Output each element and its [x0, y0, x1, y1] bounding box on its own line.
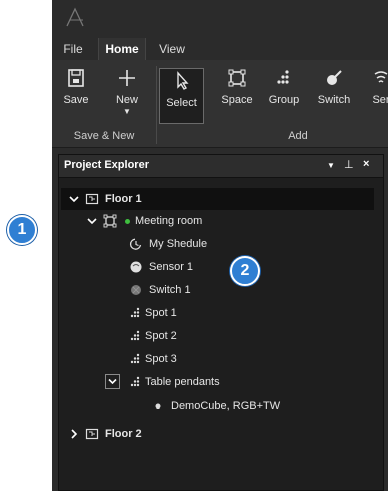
save-icon	[58, 68, 94, 88]
sensor-button[interactable]: Ser	[366, 66, 388, 124]
cursor-icon	[160, 71, 203, 91]
tree-item-floor-1[interactable]: Floor 1	[61, 188, 374, 210]
group-label-save-new: Save & New	[73, 130, 135, 142]
sensor-icon	[366, 68, 388, 88]
tree-item-spot-1[interactable]: Spot 1	[61, 302, 374, 324]
menu-tabs: File Home View	[52, 38, 388, 60]
tab-file[interactable]: File	[58, 38, 88, 60]
sensor-icon	[129, 260, 143, 274]
tab-view[interactable]: View	[152, 38, 192, 60]
tree-item-table-pendants[interactable]: Table pendants	[61, 371, 374, 393]
new-button[interactable]: New ▼	[106, 66, 148, 124]
pin-icon[interactable]: ⊥	[344, 158, 354, 171]
chevron-down-icon[interactable]	[105, 374, 120, 389]
panel-header: Project Explorer ▼ ⊥ ×	[59, 155, 383, 178]
floor-icon	[85, 192, 99, 206]
group-icon	[264, 68, 304, 88]
new-label: New	[115, 94, 138, 106]
panel-menu-icon[interactable]: ▼	[327, 161, 335, 170]
room-icon	[103, 214, 117, 228]
tree-item-spot-3[interactable]: Spot 3	[61, 348, 374, 370]
tree-item-sensor-1[interactable]: Sensor 1	[61, 256, 374, 278]
tree-item-spot-2[interactable]: Spot 2	[61, 325, 374, 347]
tree-item-floor-2[interactable]: Floor 2	[61, 423, 374, 445]
switch-label: Switch	[317, 94, 351, 106]
tree-item-label: Spot 1	[145, 307, 177, 319]
group-label-add: Add	[288, 130, 308, 142]
group-label: Group	[268, 94, 300, 106]
chevron-down-icon: ▼	[123, 107, 131, 116]
sensor-label: Ser	[372, 94, 388, 106]
app-window: File Home View Save New ▼ Select Space G…	[52, 0, 388, 491]
select-button[interactable]: Select	[159, 68, 204, 124]
status-dot	[125, 219, 130, 224]
spot-icon	[127, 352, 141, 366]
tree-item-label: Switch 1	[149, 284, 191, 296]
tab-home[interactable]: Home	[98, 38, 146, 60]
tree-item-meeting-room[interactable]: Meeting room	[61, 210, 374, 232]
tree-item-switch-1[interactable]: Switch 1	[61, 279, 374, 301]
project-explorer-panel: Project Explorer ▼ ⊥ × Floor 1 Meeting r…	[58, 154, 384, 491]
tree-item-label: Floor 2	[105, 428, 142, 440]
callout-1-label: 1	[17, 221, 27, 238]
tree-item-label: Sensor 1	[149, 261, 194, 273]
spot-icon	[127, 306, 141, 320]
callout-1: 1	[7, 215, 37, 245]
spot-icon	[127, 375, 141, 389]
tree-item-label: My Shedule	[149, 238, 208, 250]
switch-button[interactable]: Switch	[314, 66, 354, 124]
bulb-icon	[151, 399, 165, 413]
tree-item-label: Meeting room	[135, 215, 203, 227]
switch-icon	[129, 283, 143, 297]
chevron-down-icon[interactable]	[85, 214, 99, 228]
tree-item-democube[interactable]: DemoCube, RGB+TW	[61, 395, 374, 417]
ribbon-separator	[156, 66, 157, 144]
title-bar	[52, 0, 388, 38]
save-button[interactable]: Save	[58, 66, 94, 124]
tree-item-label: Table pendants	[145, 376, 220, 388]
panel-title: Project Explorer	[64, 159, 149, 171]
space-label: Space	[221, 94, 253, 106]
chevron-right-icon[interactable]	[67, 427, 81, 441]
chevron-down-icon[interactable]	[67, 192, 81, 206]
tree-item-label: Spot 3	[145, 353, 177, 365]
space-icon	[218, 68, 256, 88]
spot-icon	[127, 329, 141, 343]
plus-icon	[106, 68, 148, 88]
tree-item-label: Spot 2	[145, 330, 177, 342]
schedule-icon	[129, 237, 143, 251]
app-logo-icon	[64, 6, 86, 33]
callout-2-label: 2	[240, 262, 250, 279]
callout-2: 2	[230, 256, 260, 286]
close-icon[interactable]: ×	[363, 158, 369, 170]
tree-item-label: DemoCube, RGB+TW	[171, 400, 281, 412]
floor-icon	[85, 427, 99, 441]
tree-item-my-shedule[interactable]: My Shedule	[61, 233, 374, 255]
group-button[interactable]: Group	[264, 66, 304, 124]
save-label: Save	[63, 94, 89, 106]
ribbon: Save New ▼ Select Space Group Switch Ser…	[52, 60, 388, 148]
switch-icon	[314, 68, 354, 88]
space-button[interactable]: Space	[218, 66, 256, 124]
select-label: Select	[166, 97, 197, 109]
tree-item-label: Floor 1	[105, 193, 142, 205]
